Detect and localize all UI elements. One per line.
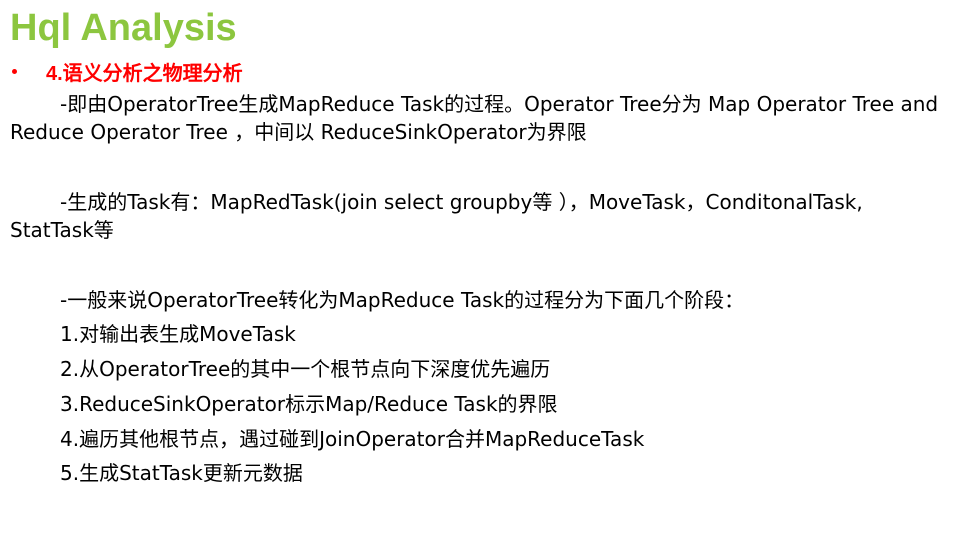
- step-item-4: 4.遍历其他根节点，遇过碰到JoinOperator合并MapReduceTas…: [60, 427, 645, 451]
- paragraph-stages-intro: -一般来说OperatorTree转化为MapReduce Task的过程分为下…: [60, 288, 745, 312]
- slide: Hql Analysis 4.语义分析之物理分析 -即由OperatorTree…: [0, 0, 960, 540]
- section-heading: 4.语义分析之物理分析: [46, 62, 243, 85]
- bullet-dot-icon: [12, 68, 17, 74]
- section-bullet-row: 4.语义分析之物理分析: [10, 58, 243, 85]
- step-item-5: 5.生成StatTask更新元数据: [60, 461, 303, 485]
- paragraph-task-types: -生成的Task有：MapRedTask(join select groupby…: [10, 190, 863, 242]
- step-item-3: 3.ReduceSinkOperator标示Map/Reduce Task的界限: [60, 392, 558, 416]
- step-item-2: 2.从OperatorTree的其中一个根节点向下深度优先遍历: [60, 357, 551, 381]
- paragraph-operator-tree: -即由OperatorTree生成MapReduce Task的过程。Opera…: [10, 92, 939, 144]
- slide-title: Hql Analysis: [10, 7, 237, 49]
- step-item-1: 1.对输出表生成MoveTask: [60, 322, 296, 346]
